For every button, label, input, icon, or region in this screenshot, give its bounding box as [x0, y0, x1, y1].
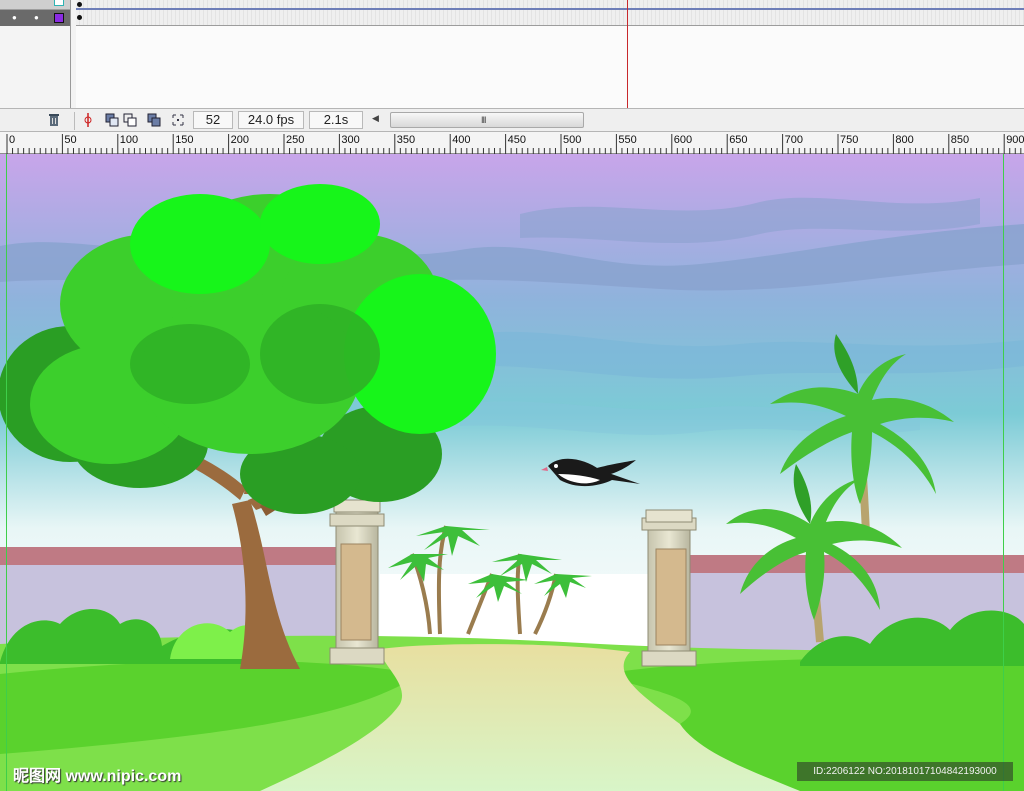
ruler-labels: 0 50 100 150 200 250 300 350 400 450 500 550 600 650 7… — [0, 132, 1024, 154]
right-stage-guide — [1003, 154, 1004, 791]
keyframe-icon[interactable] — [77, 2, 82, 7]
layer-row-selected[interactable]: ● ● — [0, 10, 70, 26]
scene-artwork[interactable] — [0, 154, 1024, 791]
ruler-label: 200 — [230, 134, 249, 146]
layer-list: ● ● — [0, 0, 71, 108]
layer-outline-color-icon[interactable] — [54, 0, 64, 6]
playhead[interactable] — [627, 0, 628, 108]
onion-skin-icon — [105, 113, 119, 127]
ruler-label: 750 — [840, 134, 859, 146]
ruler-label: 500 — [563, 134, 582, 146]
timeline-panel: ● ● 52 24.0 fps 2.1s ◀ III — [0, 0, 1024, 132]
watermark-id-text: ID:2206122 NO:20181017104842193000 — [797, 762, 1013, 781]
ruler-label: 900 — [1006, 134, 1024, 146]
current-frame-field[interactable]: 52 — [193, 111, 233, 129]
edit-multiple-frames-button[interactable] — [146, 112, 162, 128]
keyframe-icon[interactable] — [77, 15, 82, 20]
timeline-toolbar: 52 24.0 fps 2.1s ◀ III — [0, 108, 1024, 132]
ruler-label: 50 — [64, 134, 77, 146]
modify-onion-markers-button[interactable] — [170, 112, 186, 128]
center-frame-icon — [84, 113, 92, 127]
ruler-label: 100 — [119, 134, 139, 146]
frame-rate-field[interactable]: 24.0 fps — [238, 111, 304, 129]
elapsed-time-field: 2.1s — [309, 111, 363, 129]
ruler-label: 850 — [950, 134, 970, 146]
scroll-left-arrow-icon[interactable]: ◀ — [372, 113, 379, 124]
ruler-label: 0 — [9, 134, 16, 146]
layer-outline-color-icon[interactable] — [54, 13, 64, 23]
ruler-label: 450 — [507, 134, 526, 146]
ruler-label: 550 — [618, 134, 637, 146]
onion-skin-outlines-icon — [123, 113, 137, 127]
ruler-label: 800 — [895, 134, 914, 146]
frame-row[interactable] — [76, 10, 1024, 26]
ruler-label: 150 — [175, 134, 194, 146]
edit-multiple-frames-icon — [147, 113, 161, 127]
left-stage-guide — [6, 154, 7, 791]
layer-row[interactable] — [0, 0, 70, 10]
ruler-label: 300 — [341, 134, 360, 146]
ruler-label: 700 — [784, 134, 803, 146]
frame-grid[interactable] — [76, 0, 1024, 108]
watermark-site-text: 昵图网 www.nipic.com — [13, 768, 182, 785]
onion-skin-outlines-button[interactable] — [122, 112, 138, 128]
onion-markers-icon — [172, 114, 184, 126]
ruler-label: 600 — [673, 134, 693, 146]
trash-icon — [49, 114, 59, 126]
stage-canvas[interactable] — [0, 154, 1024, 791]
toolbar-divider — [74, 112, 75, 130]
ruler-label: 650 — [729, 134, 748, 146]
scroll-grip-icon[interactable]: III — [481, 115, 486, 125]
horizontal-ruler: 0 50 100 150 200 250 300 350 400 450 500 550 600 650 7… — [0, 132, 1024, 154]
frame-row[interactable] — [76, 0, 1024, 10]
layer-lock-dot-icon[interactable]: ● — [34, 14, 39, 22]
timeline-horizontal-scrollbar[interactable]: III — [390, 112, 584, 128]
ruler-label: 250 — [286, 134, 305, 146]
center-frame-button[interactable] — [80, 112, 96, 128]
ruler-label: 400 — [452, 134, 471, 146]
ruler-label: 350 — [396, 134, 416, 146]
delete-layer-button[interactable] — [46, 112, 62, 128]
layer-visibility-dot-icon[interactable]: ● — [12, 14, 17, 22]
onion-skin-button[interactable] — [104, 112, 120, 128]
